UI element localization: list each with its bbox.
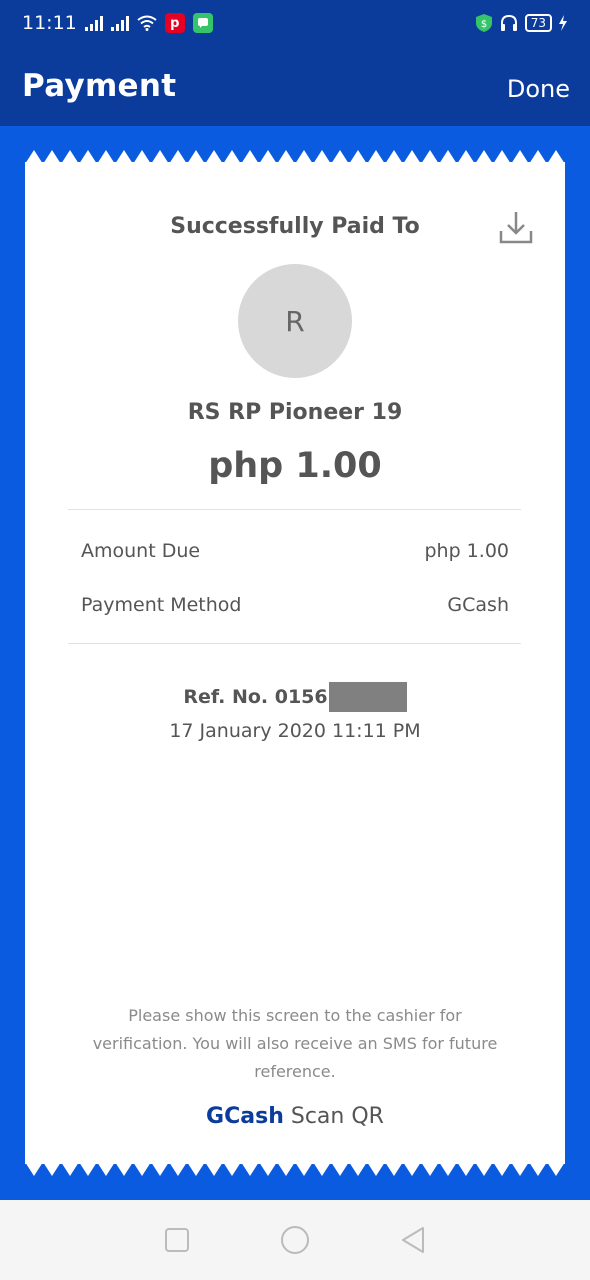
- paid-amount: php 1.00: [208, 446, 382, 486]
- download-icon[interactable]: [499, 209, 533, 245]
- detail-label: Payment Method: [81, 594, 242, 616]
- battery-icon: 73: [524, 14, 552, 32]
- page-title: Payment: [22, 68, 177, 104]
- signal-icon: [84, 15, 103, 31]
- headset-icon: [500, 14, 517, 31]
- merchant-name: RS RP Pioneer 19: [187, 400, 403, 425]
- receipt-card: Successfully Paid To R RS RP Pioneer 19 …: [25, 150, 565, 1176]
- recent-apps-icon: [165, 1228, 189, 1252]
- system-nav-bar: [0, 1200, 590, 1280]
- cashier-note: Please show this screen to the cashier f…: [92, 1006, 498, 1081]
- svg-text:$: $: [481, 19, 487, 30]
- app-header: Payment Done: [0, 46, 590, 126]
- detail-label: Amount Due: [81, 540, 201, 562]
- transaction-datetime: 17 January 2020 11:11 PM: [169, 720, 421, 742]
- receipt-body: Successfully Paid To R RS RP Pioneer 19 …: [25, 162, 565, 1164]
- receipt-bottom-edge: [25, 1162, 565, 1176]
- divider: [68, 643, 521, 644]
- brand-name: GCash: [206, 1104, 284, 1129]
- message-icon: [192, 13, 213, 33]
- reference-label: Ref. No. 0156: [183, 686, 328, 708]
- status-time: 11:11: [22, 12, 77, 34]
- detail-value: GCash: [447, 594, 509, 616]
- home-icon: [281, 1226, 309, 1254]
- pinterest-icon: p: [164, 13, 185, 33]
- brand-suffix: Scan QR: [290, 1104, 384, 1129]
- detail-row-amount-due: Amount Due php 1.00: [81, 540, 509, 562]
- back-icon: [402, 1227, 424, 1253]
- detail-row-payment-method: Payment Method GCash: [81, 594, 509, 616]
- wifi-icon: [137, 15, 157, 31]
- detail-value: php 1.00: [424, 540, 509, 562]
- status-left: 11:11 p: [22, 12, 213, 34]
- done-button[interactable]: Done: [507, 75, 570, 103]
- home-button[interactable]: [280, 1225, 310, 1255]
- status-right: $ 73: [475, 13, 568, 33]
- shield-icon: $: [475, 14, 492, 32]
- brand-footer: GCash Scan QR: [25, 1104, 565, 1129]
- charging-icon: [559, 15, 567, 31]
- recent-apps-button[interactable]: [162, 1225, 192, 1255]
- signal-icon: [110, 15, 129, 31]
- redaction-box: [328, 682, 407, 712]
- receipt-title: Successfully Paid To: [170, 214, 420, 239]
- reference-number: Ref. No. 0156: [25, 682, 565, 712]
- back-button[interactable]: [398, 1225, 428, 1255]
- divider: [68, 509, 521, 510]
- status-bar: 11:11 p $ 73: [0, 0, 590, 46]
- avatar: R: [238, 264, 352, 378]
